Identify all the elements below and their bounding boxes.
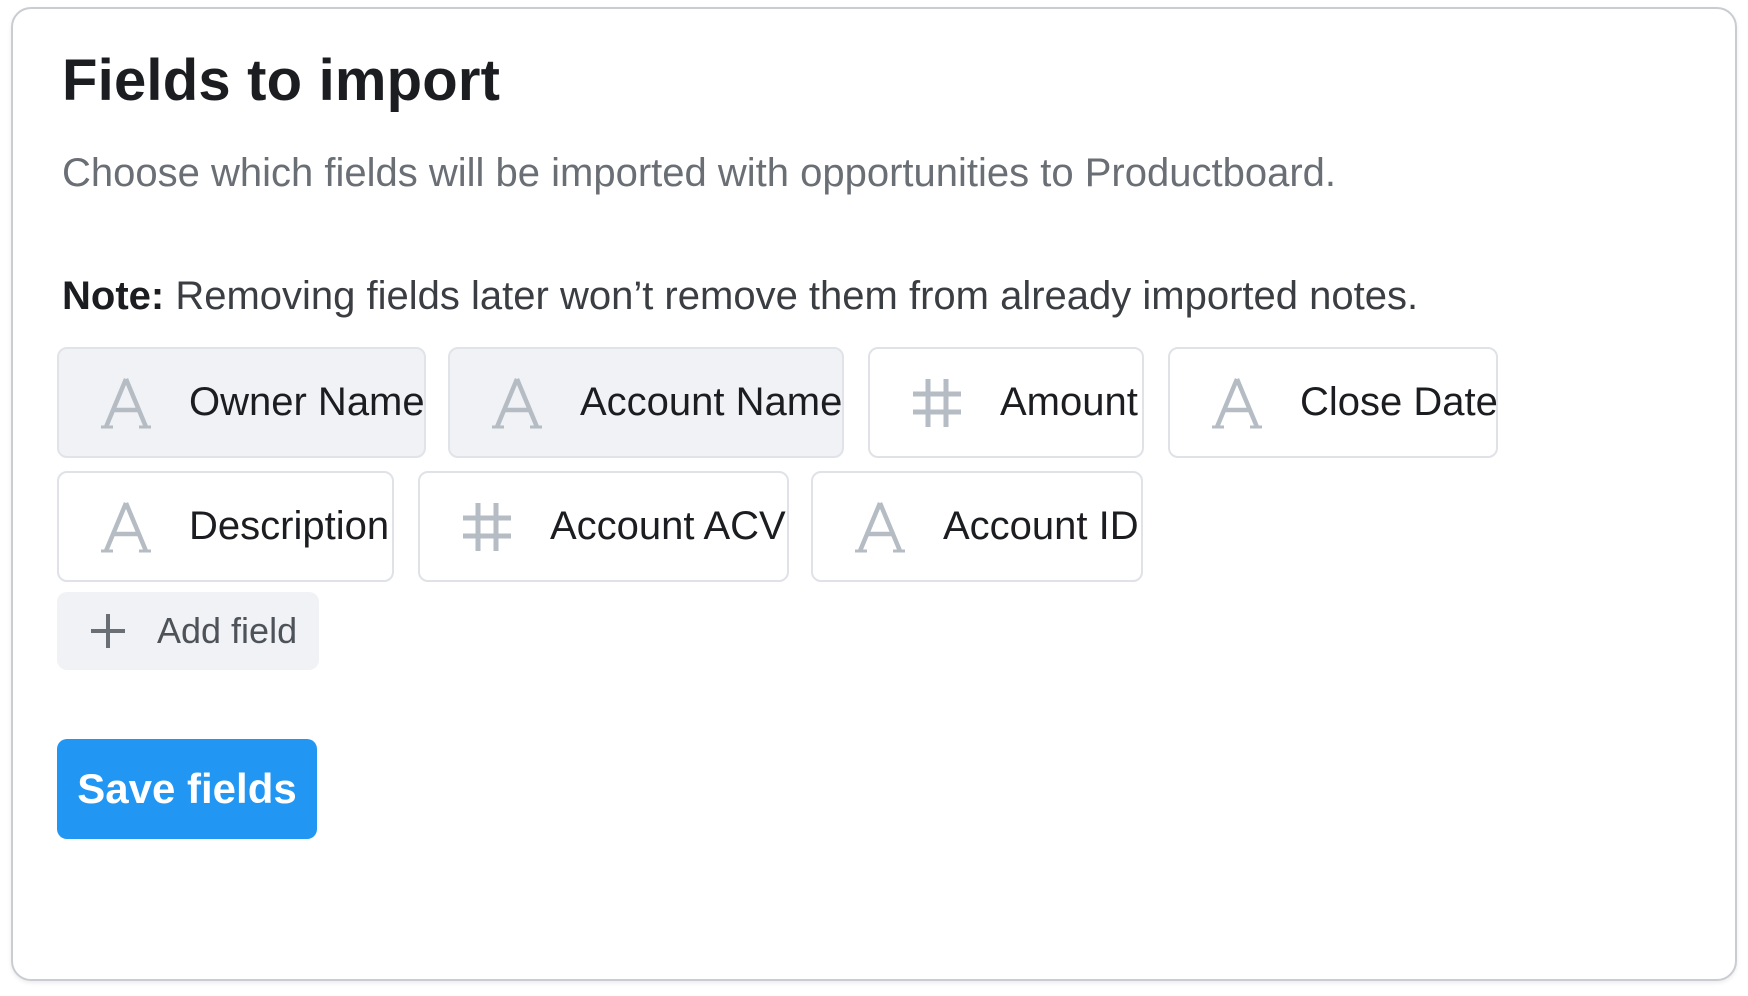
plus-icon xyxy=(91,614,125,648)
field-chip-label: Description xyxy=(189,504,390,548)
field-chip-account-name[interactable]: Account Name xyxy=(448,347,844,458)
field-chip-label: Account ACV xyxy=(550,504,786,548)
text-icon xyxy=(101,377,151,428)
field-chip-label: Owner Name xyxy=(189,380,425,424)
field-chip-account-id[interactable]: Account ID xyxy=(811,471,1143,582)
field-chip-description[interactable]: Description xyxy=(57,471,394,582)
note-body: Removing fields later won’t remove them … xyxy=(164,274,1419,318)
text-icon xyxy=(1212,377,1262,428)
field-chip-label: Amount xyxy=(1000,380,1138,424)
text-icon xyxy=(855,501,905,552)
number-icon xyxy=(913,378,961,427)
note-label: Note: xyxy=(62,274,165,318)
page-title: Fields to import xyxy=(62,48,501,113)
note-text: Note: Removing fields later won’t remove… xyxy=(62,274,1418,319)
text-icon xyxy=(492,377,542,428)
field-chip-amount[interactable]: Amount xyxy=(868,347,1144,458)
text-icon xyxy=(101,501,151,552)
panel-description: Choose which fields will be imported wit… xyxy=(62,151,1337,195)
field-chip-owner-name[interactable]: Owner Name xyxy=(57,347,426,458)
add-field-label: Add field xyxy=(157,610,298,651)
number-icon xyxy=(463,502,511,551)
field-chip-account-acv[interactable]: Account ACV xyxy=(418,471,789,582)
field-chip-label: Close Date xyxy=(1300,380,1498,424)
save-fields-button[interactable]: Save fields xyxy=(57,739,317,839)
field-chip-label: Account Name xyxy=(580,380,843,424)
field-chip-close-date[interactable]: Close Date xyxy=(1168,347,1498,458)
fields-to-import-card: Fields to import Choose which fields wil… xyxy=(11,7,1737,981)
field-chip-label: Account ID xyxy=(943,504,1139,548)
add-field-button[interactable]: Add field xyxy=(57,592,319,670)
